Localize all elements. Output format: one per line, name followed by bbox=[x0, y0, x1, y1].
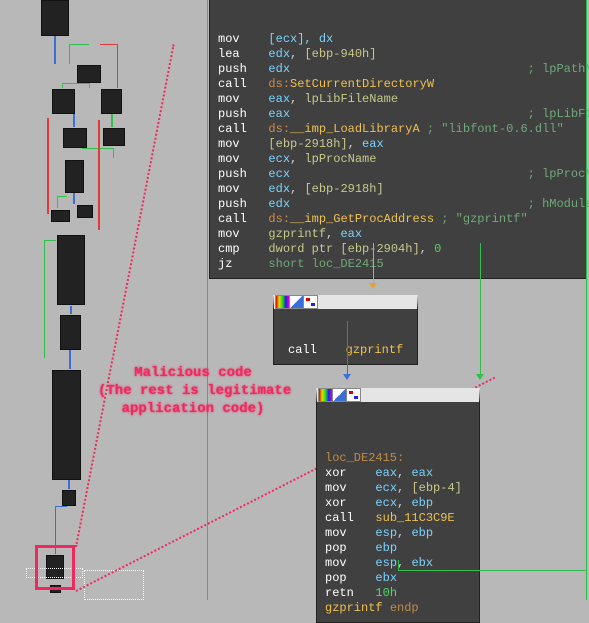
disasm-block-epilogue[interactable]: loc_DE2415: xor eax, eax mov ecx, [ebp-4… bbox=[316, 388, 480, 623]
graph-edge bbox=[47, 118, 49, 214]
annotation-line: (The rest is legitimate bbox=[98, 382, 288, 400]
graph-node bbox=[101, 89, 122, 114]
flow-arrow bbox=[343, 374, 351, 380]
mnemonic: call bbox=[288, 343, 317, 357]
graph-overview-pane[interactable] bbox=[0, 0, 200, 600]
graph-node bbox=[63, 128, 87, 148]
graph-node bbox=[62, 490, 76, 506]
viewport-indicator bbox=[84, 570, 144, 600]
graph-icon[interactable] bbox=[304, 296, 317, 308]
block-titlebar bbox=[319, 388, 360, 402]
graph-edge bbox=[98, 120, 100, 230]
operand-fn: gzprintf bbox=[346, 343, 404, 357]
graph-edge bbox=[111, 114, 113, 127]
graph-edge bbox=[69, 350, 71, 369]
pane-divider bbox=[207, 0, 208, 600]
graph-edge bbox=[57, 196, 67, 208]
flow-edge bbox=[480, 243, 481, 375]
malicious-code-highlight bbox=[35, 545, 75, 590]
flow-edge bbox=[586, 0, 587, 600]
edit-icon[interactable] bbox=[333, 389, 346, 401]
graph-edge bbox=[68, 480, 70, 489]
graph-edge bbox=[54, 36, 56, 64]
graph-edge bbox=[100, 44, 118, 88]
graph-edge bbox=[73, 193, 75, 204]
graph-edge bbox=[73, 114, 75, 127]
graph-node bbox=[65, 160, 84, 193]
graph-node bbox=[52, 89, 75, 114]
graph-node bbox=[77, 205, 93, 218]
disasm-block-call[interactable]: call gzprintf bbox=[273, 295, 418, 365]
annotation-label: Malicious code (The rest is legitimate a… bbox=[98, 364, 288, 419]
graph-edge bbox=[69, 44, 89, 64]
flow-arrow bbox=[476, 374, 484, 380]
graph-edge bbox=[62, 83, 90, 88]
color-icon[interactable] bbox=[276, 296, 289, 308]
graph-node bbox=[41, 0, 69, 36]
edit-icon[interactable] bbox=[290, 296, 303, 308]
flow-arrow bbox=[369, 283, 377, 289]
graph-node bbox=[52, 370, 81, 480]
graph-node bbox=[57, 235, 85, 305]
graph-node bbox=[103, 128, 125, 146]
flow-edge bbox=[398, 570, 482, 571]
flow-edge bbox=[347, 321, 348, 376]
annotation-line: Malicious code bbox=[98, 364, 288, 382]
graph-edge bbox=[44, 240, 56, 358]
graph-icon[interactable] bbox=[347, 389, 360, 401]
graph-node bbox=[60, 315, 81, 350]
graph-node bbox=[77, 65, 101, 83]
graph-node bbox=[51, 210, 70, 222]
graph-edge bbox=[70, 306, 72, 314]
block-titlebar bbox=[276, 295, 317, 309]
disasm-block-main[interactable]: mov [ecx], dx lea edx, [ebp-940h] push e… bbox=[209, 0, 587, 279]
flow-edge bbox=[398, 560, 399, 570]
annotation-line: application code) bbox=[98, 400, 288, 418]
color-icon[interactable] bbox=[319, 389, 332, 401]
flow-edge bbox=[373, 243, 374, 283]
flow-edge bbox=[480, 570, 587, 571]
